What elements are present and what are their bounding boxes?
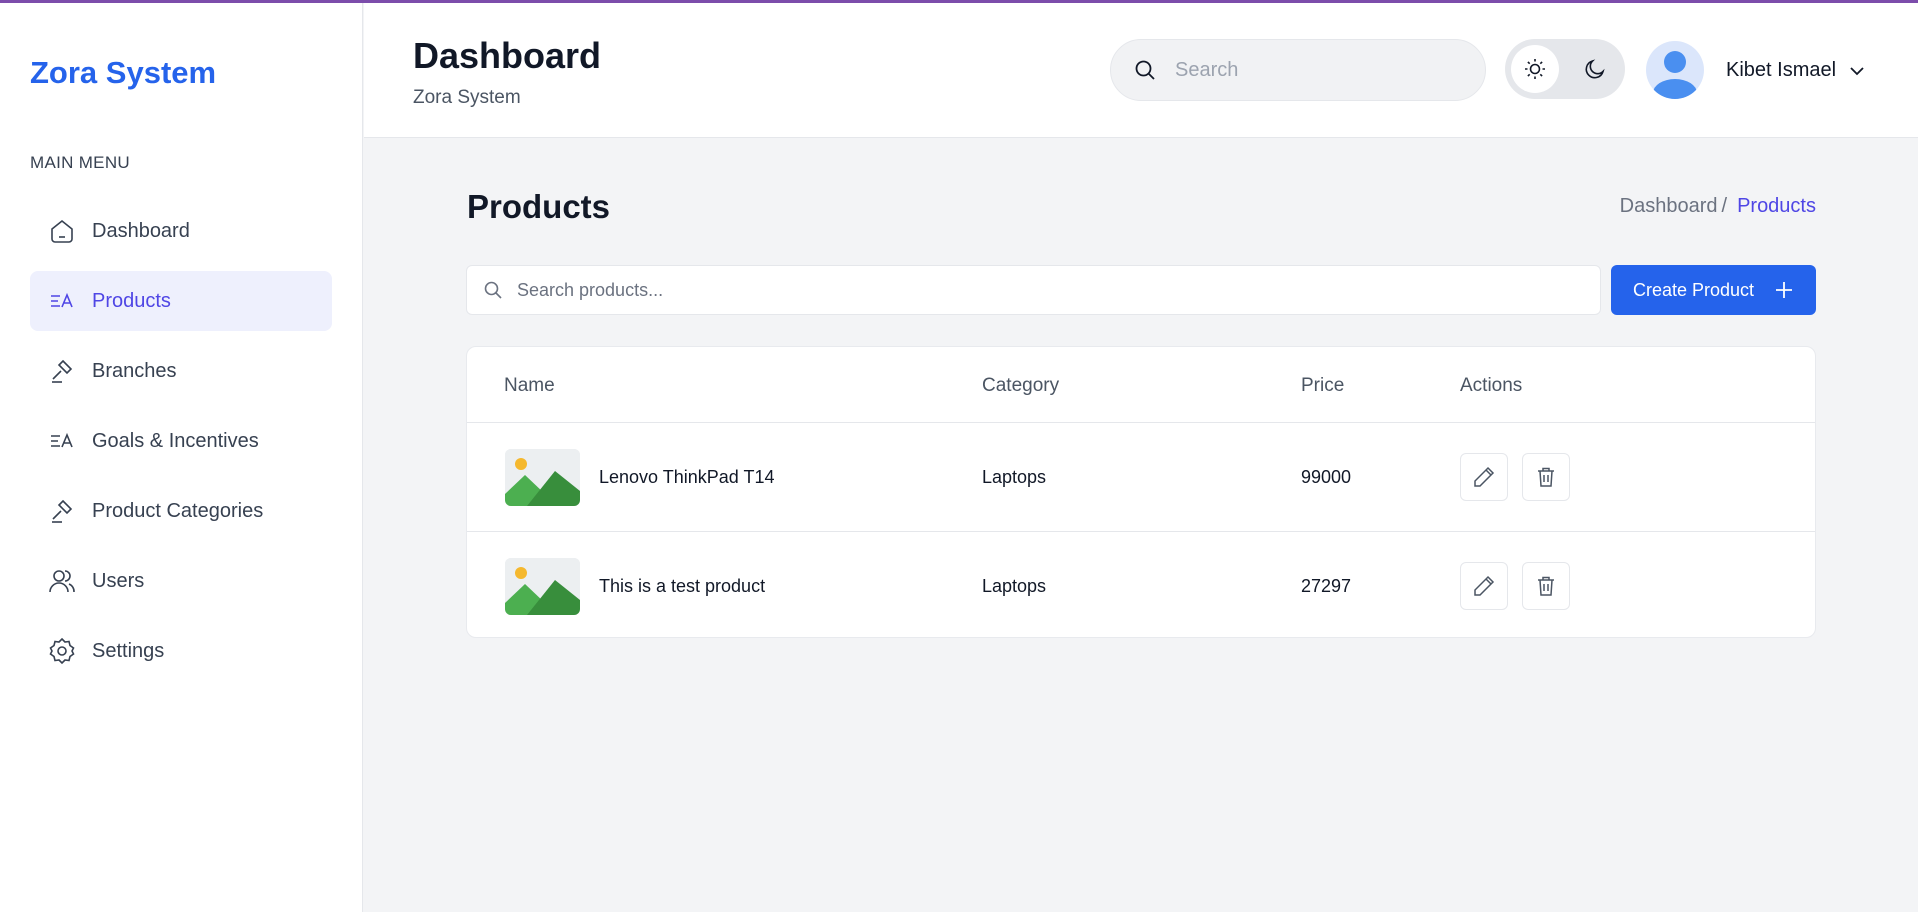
pencil-icon	[1474, 466, 1495, 487]
global-search-input[interactable]	[1175, 58, 1455, 82]
text-translate-icon	[48, 427, 76, 455]
products-table: Name Category Price Actions Lenovo Think…	[466, 346, 1816, 638]
sidebar-item-dashboard[interactable]: Dashboard	[30, 201, 332, 261]
sidebar-item-product-categories[interactable]: Product Categories	[30, 481, 332, 541]
user-name: Kibet Ismael	[1726, 59, 1837, 81]
sidebar-item-users[interactable]: Users	[30, 551, 332, 611]
sidebar-item-label: Dashboard	[92, 219, 190, 242]
breadcrumb: Dashboard / Products	[1620, 195, 1816, 218]
brand-logo[interactable]: Zora System	[30, 55, 216, 91]
main-menu-heading: MAIN MENU	[30, 153, 130, 172]
product-category: Laptops	[982, 576, 1047, 596]
edit-button[interactable]	[1460, 562, 1508, 610]
page-title: Products	[467, 188, 611, 225]
global-search[interactable]	[1110, 39, 1486, 101]
settings-icon	[48, 637, 76, 665]
product-image-placeholder-icon	[505, 449, 580, 506]
column-header-actions: Actions	[1460, 375, 1523, 396]
product-price: 99000	[1301, 467, 1352, 487]
sidebar-item-label: Goals & Incentives	[92, 429, 259, 452]
trash-icon	[1538, 467, 1554, 487]
breadcrumb-parent-link[interactable]: Dashboard	[1620, 195, 1718, 218]
column-header-name: Name	[504, 375, 555, 396]
search-icon	[483, 280, 503, 300]
create-product-label: Create Product	[1632, 279, 1755, 300]
sidebar-item-settings[interactable]: Settings	[30, 621, 332, 681]
sun-icon	[1525, 59, 1545, 79]
chevron-down-icon	[1850, 66, 1864, 75]
sidebar-item-label: Users	[92, 569, 145, 592]
sidebar-item-products[interactable]: Products	[30, 271, 332, 331]
light-mode-button[interactable]	[1511, 45, 1559, 93]
theme-toggle[interactable]	[1505, 39, 1625, 99]
sidebar: Zora System MAIN MENU Dashboard Products…	[0, 3, 363, 912]
delete-button[interactable]	[1522, 453, 1570, 501]
table-row: This is a test product Laptops 27297	[467, 532, 1815, 637]
breadcrumb-separator: /	[1721, 195, 1728, 217]
product-name: This is a test product	[599, 576, 766, 596]
table-header: Name Category Price Actions	[467, 347, 1815, 423]
sidebar-item-label: Product Categories	[92, 499, 264, 522]
product-search[interactable]	[466, 265, 1601, 315]
product-search-input[interactable]	[517, 279, 1567, 301]
text-translate-icon	[48, 287, 76, 315]
user-menu[interactable]: Kibet Ismael	[1726, 59, 1866, 82]
column-header-category: Category	[982, 375, 1060, 396]
sidebar-item-label: Settings	[92, 639, 165, 662]
avatar[interactable]	[1646, 41, 1704, 99]
home-icon	[48, 217, 76, 245]
header-title: Dashboard	[413, 35, 602, 76]
users-icon	[48, 567, 76, 595]
edit-button[interactable]	[1460, 453, 1508, 501]
plus-icon	[1774, 280, 1794, 300]
sidebar-item-label: Branches	[92, 359, 177, 382]
product-name: Lenovo ThinkPad T14	[599, 467, 775, 487]
sidebar-item-branches[interactable]: Branches	[30, 341, 332, 401]
trash-icon	[1538, 576, 1554, 596]
create-product-button[interactable]: Create Product	[1611, 265, 1816, 315]
sidebar-item-label: Products	[92, 289, 171, 312]
dark-mode-button[interactable]	[1571, 45, 1619, 93]
user-avatar-icon	[1653, 51, 1697, 99]
sidebar-nav: Dashboard Products Branches Goals & Ince…	[30, 201, 332, 691]
search-icon	[1133, 58, 1157, 82]
header-subtitle: Zora System	[413, 87, 521, 108]
breadcrumb-current: Products	[1737, 195, 1816, 217]
pencil-icon	[1474, 575, 1495, 596]
delete-button[interactable]	[1522, 562, 1570, 610]
gavel-icon	[48, 357, 76, 385]
product-image-placeholder-icon	[505, 558, 580, 615]
product-price: 27297	[1301, 576, 1352, 596]
gavel-icon	[48, 497, 76, 525]
table-row: Lenovo ThinkPad T14 Laptops 99000	[467, 423, 1815, 532]
top-header: Dashboard Zora System Kibet Ismael	[364, 3, 1918, 138]
product-category: Laptops	[982, 467, 1047, 487]
sidebar-item-goals[interactable]: Goals & Incentives	[30, 411, 332, 471]
moon-icon	[1585, 59, 1605, 79]
column-header-price: Price	[1301, 375, 1345, 396]
